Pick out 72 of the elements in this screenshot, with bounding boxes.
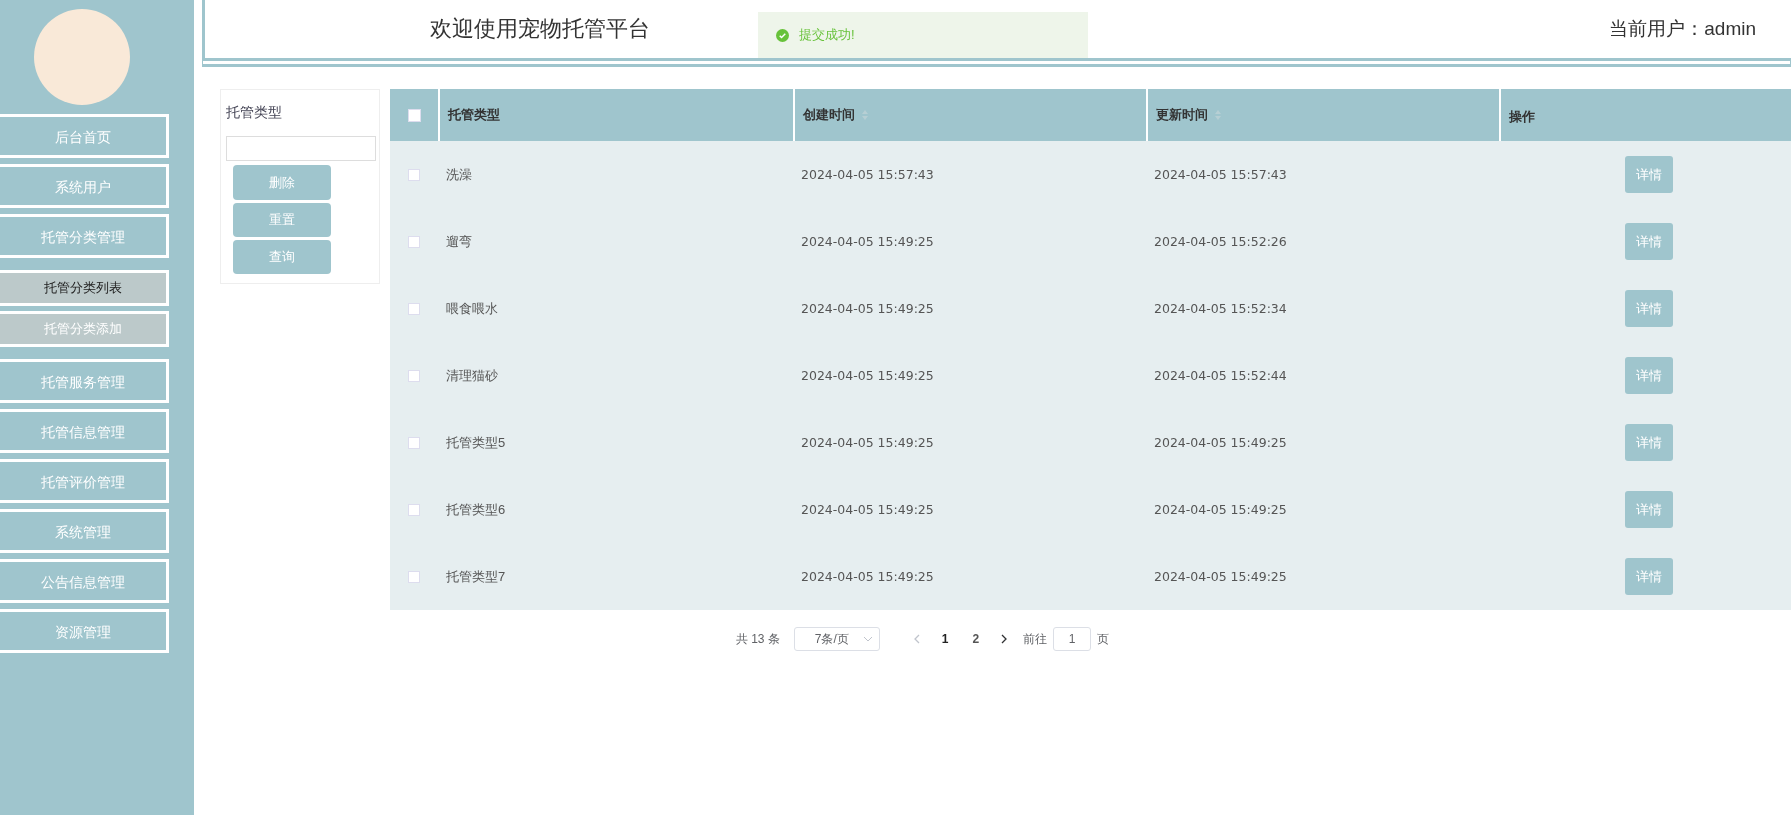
menu-item[interactable]: 后台首页	[0, 114, 169, 158]
total-count: 共 13 条	[735, 630, 780, 648]
check-circle-icon	[776, 28, 789, 42]
chevron-down-icon	[862, 636, 873, 642]
page-input[interactable]: 1	[1053, 627, 1092, 651]
checkbox[interactable]	[408, 436, 420, 449]
table-cell-text: 2024-04-05 15:49:25	[1153, 501, 1288, 519]
table-cell-text: 托管类型7	[445, 567, 507, 586]
table-cell-text: 托管类型6	[445, 500, 507, 519]
column-header: 托管类型	[448, 106, 500, 124]
table-cell-text: 2024-04-05 15:57:43	[800, 166, 935, 184]
toast-message: 提交成功!	[799, 26, 855, 44]
table-cell-text: 2024-04-05 15:49:25	[1153, 434, 1288, 452]
checkbox[interactable]	[408, 503, 420, 516]
page-size-select[interactable]: 7条/页	[793, 627, 880, 651]
page-number[interactable]: 1	[941, 632, 949, 646]
page-title: 欢迎使用宠物托管平台	[430, 15, 650, 43]
table-cell-text: 洗澡	[445, 165, 473, 184]
table-cell-text: 2024-04-05 15:49:25	[800, 300, 935, 318]
table-cell-text: 2024-04-05 15:49:25	[800, 233, 935, 251]
action-button[interactable]: 查询	[233, 239, 331, 274]
detail-button[interactable]: 详情	[1625, 357, 1673, 394]
goto-label: 前往	[1023, 630, 1048, 648]
checkbox[interactable]	[408, 369, 420, 382]
submenu-item[interactable]: 托管分类添加	[0, 311, 169, 347]
table-cell-text: 2024-04-05 15:52:26	[1153, 233, 1288, 251]
column-header: 创建时间	[803, 106, 855, 124]
detail-button[interactable]: 详情	[1625, 156, 1673, 193]
menu-item[interactable]: 资源管理	[0, 609, 169, 653]
page-number[interactable]: 2	[972, 632, 980, 646]
sort-icon[interactable]	[1214, 109, 1222, 121]
table-cell-text: 2024-04-05 15:49:25	[800, 568, 935, 586]
current-user: 当前用户：admin	[1609, 17, 1756, 41]
table-cell-text: 2024-04-05 15:52:44	[1153, 367, 1288, 385]
menu-item[interactable]: 系统用户	[0, 164, 169, 208]
submenu-item[interactable]: 托管分类列表	[0, 270, 169, 306]
next-page-icon[interactable]	[1001, 634, 1008, 644]
checkbox[interactable]	[408, 302, 420, 315]
column-header: 操作	[1509, 108, 1535, 126]
menu-item[interactable]: 公告信息管理	[0, 559, 169, 603]
search-field[interactable]	[226, 136, 376, 162]
checkbox[interactable]	[408, 570, 420, 583]
table-cell-text: 2024-04-05 15:49:25	[800, 367, 935, 385]
menu-item[interactable]: 托管信息管理	[0, 409, 169, 453]
table-cell-text: 清理猫砂	[445, 366, 499, 385]
detail-button[interactable]: 详情	[1625, 424, 1673, 461]
table-cell-text: 2024-04-05 15:49:25	[800, 501, 935, 519]
table-cell-text: 喂食喂水	[445, 299, 499, 318]
table-cell-text: 2024-04-05 15:49:25	[1153, 568, 1288, 586]
table-cell-text: 遛弯	[445, 232, 473, 251]
field-label: 托管类型	[226, 104, 282, 122]
menu-item[interactable]: 托管服务管理	[0, 359, 169, 403]
checkbox[interactable]	[407, 108, 421, 122]
detail-button[interactable]: 详情	[1625, 558, 1673, 595]
checkbox[interactable]	[408, 235, 420, 248]
menu-item[interactable]: 托管评价管理	[0, 459, 169, 503]
action-button[interactable]: 重置	[233, 202, 331, 237]
sort-icon[interactable]	[861, 109, 869, 121]
detail-button[interactable]: 详情	[1625, 491, 1673, 528]
menu-item[interactable]: 系统管理	[0, 509, 169, 553]
detail-button[interactable]: 详情	[1625, 290, 1673, 327]
previous-page-icon[interactable]	[913, 634, 920, 644]
table-cell-text: 托管类型5	[445, 433, 507, 452]
page-suffix: 页	[1097, 630, 1110, 648]
action-button[interactable]: 删除	[233, 165, 331, 200]
detail-button[interactable]: 详情	[1625, 223, 1673, 260]
column-header: 更新时间	[1156, 106, 1208, 124]
checkbox[interactable]	[408, 168, 420, 181]
menu-item[interactable]: 托管分类管理	[0, 214, 169, 258]
table-cell-text: 2024-04-05 15:57:43	[1153, 166, 1288, 184]
table-cell-text: 2024-04-05 15:52:34	[1153, 300, 1288, 318]
table-cell-text: 2024-04-05 15:49:25	[800, 434, 935, 452]
